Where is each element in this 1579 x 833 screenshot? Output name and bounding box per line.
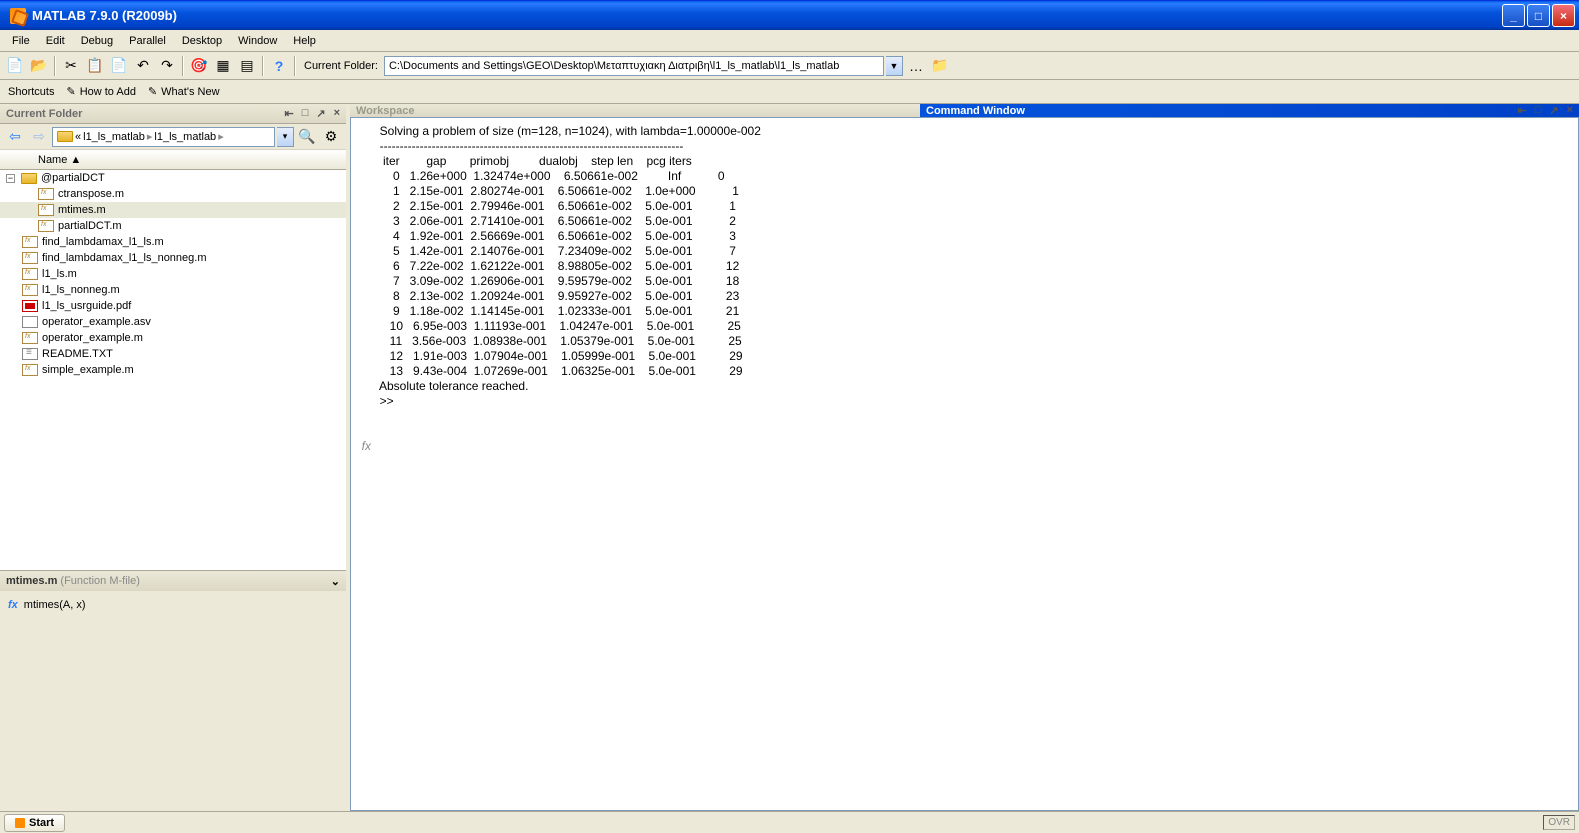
whats-new-link[interactable]: ✎What's New	[148, 85, 220, 98]
maximize-button[interactable]: □	[1527, 4, 1550, 27]
current-folder-pane: Current Folder ⇤ □ ↗ × ⇦ ⇨ « l1_ls_matla…	[0, 104, 350, 811]
tree-file[interactable]: l1_ls.m	[0, 266, 346, 282]
copy-button[interactable]: 📋	[84, 55, 106, 77]
details-filename: mtimes.m	[6, 575, 57, 587]
new-file-button[interactable]: 📄	[4, 55, 26, 77]
menu-parallel[interactable]: Parallel	[121, 33, 174, 49]
ovr-indicator: OVR	[1543, 815, 1575, 830]
maximize-icon[interactable]: ↗	[1549, 104, 1558, 117]
tree-file[interactable]: l1_ls_nonneg.m	[0, 282, 346, 298]
cut-button[interactable]: ✂	[60, 55, 82, 77]
separator	[262, 56, 264, 76]
tree-file[interactable]: README.TXT	[0, 346, 346, 362]
current-folder-dropdown[interactable]: ▼	[886, 56, 903, 76]
name-column-header[interactable]: Name ▲	[0, 150, 346, 170]
tree-file[interactable]: find_lambdamax_l1_ls.m	[0, 234, 346, 250]
tree-file[interactable]: l1_ls_usrguide.pdf	[0, 298, 346, 314]
how-to-add-link[interactable]: ✎How to Add	[66, 85, 135, 98]
breadcrumb[interactable]: « l1_ls_matlab ▸ l1_ls_matlab ▸	[52, 127, 275, 147]
workspace-title[interactable]: Workspace	[350, 104, 920, 117]
profiler-button[interactable]: ▤	[236, 55, 258, 77]
matlab-logo-icon	[15, 818, 25, 828]
restore-icon[interactable]: □	[1535, 104, 1542, 117]
close-button[interactable]: ×	[1552, 4, 1575, 27]
function-signature: mtimes(A, x)	[24, 599, 86, 611]
paste-button[interactable]: 📄	[108, 55, 130, 77]
details-type: (Function M-file)	[60, 575, 139, 587]
separator	[54, 56, 56, 76]
current-folder-title: Current Folder ⇤ □ ↗ ×	[0, 104, 346, 124]
browse-button[interactable]: …	[905, 55, 927, 77]
menu-window[interactable]: Window	[230, 33, 285, 49]
restore-icon[interactable]: □	[302, 107, 309, 120]
shortcuts-bar: Shortcuts ✎How to Add ✎What's New	[0, 80, 1579, 104]
breadcrumb-part[interactable]: l1_ls_matlab	[154, 131, 216, 143]
current-folder-label: Current Folder:	[304, 60, 378, 72]
help-button[interactable]: ?	[268, 55, 290, 77]
function-icon: fx	[8, 599, 18, 611]
tree-file[interactable]: operator_example.m	[0, 330, 346, 346]
back-button[interactable]: ⇦	[4, 126, 26, 148]
tree-file[interactable]: ctranspose.m	[0, 186, 346, 202]
command-window[interactable]: fx Solving a problem of size (m=128, n=1…	[350, 117, 1579, 811]
menu-edit[interactable]: Edit	[38, 33, 73, 49]
window-title: MATLAB 7.9.0 (R2009b)	[32, 8, 1502, 23]
open-file-button[interactable]: 📂	[28, 55, 50, 77]
tree-file[interactable]: partialDCT.m	[0, 218, 346, 234]
command-output[interactable]: Solving a problem of size (m=128, n=1024…	[373, 124, 1574, 804]
pencil-icon: ✎	[66, 85, 75, 98]
minimize-button[interactable]: _	[1502, 4, 1525, 27]
matlab-logo-icon	[10, 8, 26, 24]
close-pane-icon[interactable]: ×	[334, 107, 340, 120]
folder-nav: ⇦ ⇨ « l1_ls_matlab ▸ l1_ls_matlab ▸ ▾ 🔍 …	[0, 124, 346, 150]
dock-icon[interactable]: ⇤	[1517, 104, 1526, 117]
collapse-details-icon[interactable]: ⌄	[331, 575, 340, 588]
breadcrumb-part[interactable]: l1_ls_matlab	[83, 131, 145, 143]
menu-file[interactable]: File	[4, 33, 38, 49]
gear-button[interactable]: ⚙	[320, 126, 342, 148]
file-tree[interactable]: −@partialDCTctranspose.mmtimes.mpartialD…	[0, 170, 346, 570]
forward-button[interactable]: ⇨	[28, 126, 50, 148]
menu-desktop[interactable]: Desktop	[174, 33, 230, 49]
command-window-title[interactable]: Command Window ⇤ □ ↗ ×	[920, 104, 1579, 117]
menu-help[interactable]: Help	[285, 33, 324, 49]
menubar: File Edit Debug Parallel Desktop Window …	[0, 30, 1579, 52]
separator	[182, 56, 184, 76]
tree-file[interactable]: mtimes.m	[0, 202, 346, 218]
dock-icon[interactable]: ⇤	[284, 107, 293, 120]
details-pane: mtimes.m (Function M-file) ⌄ fx mtimes(A…	[0, 570, 346, 811]
maximize-icon[interactable]: ↗	[316, 107, 325, 120]
pencil-icon: ✎	[148, 85, 157, 98]
separator	[294, 56, 296, 76]
toolbar: 📄 📂 ✂ 📋 📄 ↶ ↷ 🎯 ▦ ▤ ? Current Folder: ▼ …	[0, 52, 1579, 80]
statusbar: Start OVR	[0, 811, 1579, 833]
current-folder-input[interactable]	[384, 56, 884, 76]
tree-file[interactable]: simple_example.m	[0, 362, 346, 378]
close-pane-icon[interactable]: ×	[1567, 104, 1573, 117]
redo-button[interactable]: ↷	[156, 55, 178, 77]
start-button[interactable]: Start	[4, 814, 65, 832]
right-pane: Workspace Command Window ⇤ □ ↗ × fx Solv…	[350, 104, 1579, 811]
breadcrumb-dropdown[interactable]: ▾	[277, 127, 294, 147]
simulink-button[interactable]: 🎯	[188, 55, 210, 77]
guide-button[interactable]: ▦	[212, 55, 234, 77]
folder-icon	[57, 131, 73, 142]
shortcuts-label: Shortcuts	[8, 86, 54, 98]
up-folder-button[interactable]: 📁	[929, 55, 951, 77]
titlebar[interactable]: MATLAB 7.9.0 (R2009b) _ □ ×	[0, 0, 1579, 30]
search-button[interactable]: 🔍	[296, 126, 318, 148]
tree-file[interactable]: operator_example.asv	[0, 314, 346, 330]
menu-debug[interactable]: Debug	[73, 33, 121, 49]
tree-folder[interactable]: −@partialDCT	[0, 170, 346, 186]
fx-prompt-icon[interactable]: fx	[362, 439, 371, 453]
undo-button[interactable]: ↶	[132, 55, 154, 77]
tree-file[interactable]: find_lambdamax_l1_ls_nonneg.m	[0, 250, 346, 266]
